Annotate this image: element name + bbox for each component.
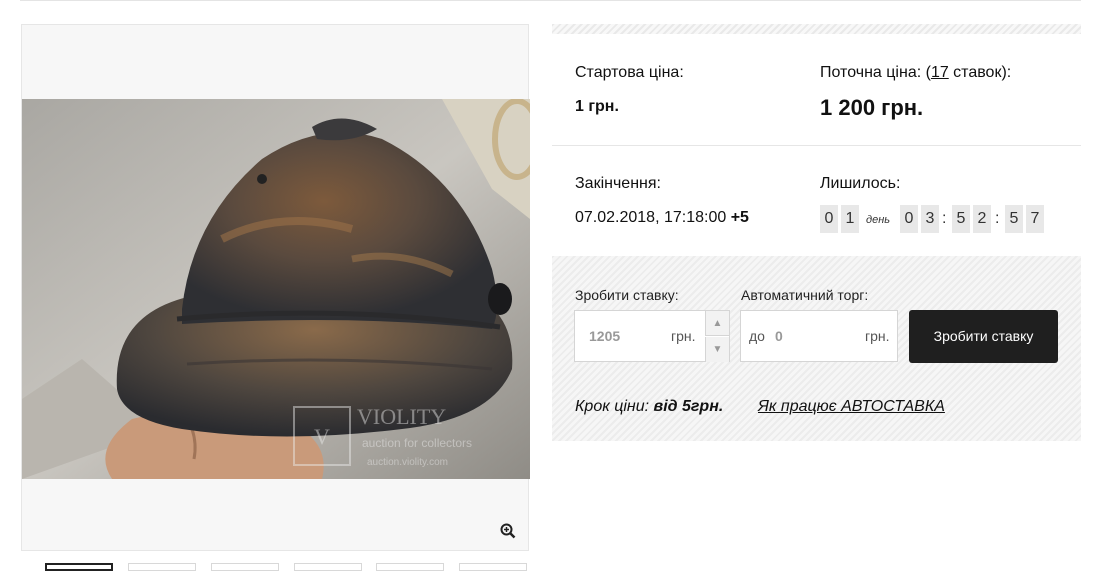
ending-datetime: 07.02.2018, 17:18:00 bbox=[575, 209, 727, 226]
ending-timezone: +5 bbox=[730, 209, 749, 226]
watermark-subtitle: auction for collectors bbox=[362, 436, 472, 450]
price-step-value: від 5грн. bbox=[653, 398, 724, 415]
countdown-hour-digit: 0 bbox=[900, 205, 918, 233]
lot-photo[interactable]: V VIOLITY auction for collectors auction… bbox=[22, 99, 530, 479]
countdown-hour-digit: 3 bbox=[921, 205, 939, 233]
countdown-second-digit: 7 bbox=[1026, 205, 1044, 233]
thumbnail-4[interactable] bbox=[294, 563, 362, 571]
autobid-help-link[interactable]: Як працює АВТОСТАВКА bbox=[758, 398, 945, 416]
auto-bid-prefix: до bbox=[749, 328, 765, 344]
remaining-label: Лишилось: bbox=[820, 175, 901, 192]
countdown-separator: : bbox=[942, 210, 947, 227]
section-divider bbox=[552, 145, 1081, 146]
start-price-label: Стартова ціна: bbox=[575, 64, 684, 81]
bid-amount-input[interactable]: 1205 грн. ▲ ▼ bbox=[574, 310, 730, 362]
thumbnail-1[interactable] bbox=[45, 563, 113, 571]
start-price-value: 1 грн. bbox=[575, 98, 619, 115]
current-price-prefix: Поточна ціна: ( bbox=[820, 64, 931, 81]
countdown-minute-digit: 5 bbox=[952, 205, 970, 233]
top-divider bbox=[20, 0, 1081, 1]
thumbnail-5[interactable] bbox=[376, 563, 444, 571]
watermark-url: auction.violity.com bbox=[367, 457, 448, 468]
auto-bid-input[interactable]: до 0 грн. bbox=[740, 310, 898, 362]
bids-suffix: ставок): bbox=[948, 64, 1012, 81]
thumbnail-3[interactable] bbox=[211, 563, 279, 571]
decorative-stripe bbox=[552, 24, 1081, 34]
increment-arrow-icon[interactable]: ▲ bbox=[705, 311, 729, 336]
countdown-day-digit: 0 bbox=[820, 205, 838, 233]
current-price-value: 1 200 грн. bbox=[820, 95, 924, 120]
watermark-brand: VIOLITY bbox=[357, 404, 446, 429]
bids-count-link[interactable]: 17 bbox=[931, 64, 949, 81]
thumbnail-2[interactable] bbox=[128, 563, 196, 571]
helmet-photo-image: V VIOLITY auction for collectors auction… bbox=[22, 99, 530, 479]
auto-bid-unit: грн. bbox=[865, 328, 890, 344]
countdown-day-digit: 1 bbox=[841, 205, 859, 233]
auto-bid-label: Автоматичний торг: bbox=[741, 287, 869, 303]
decrement-arrow-icon[interactable]: ▼ bbox=[705, 337, 729, 362]
lot-gallery: V VIOLITY auction for collectors auction… bbox=[21, 24, 530, 551]
countdown-day-word: день bbox=[866, 214, 891, 226]
countdown-minute-digit: 2 bbox=[973, 205, 991, 233]
bid-label: Зробити ставку: bbox=[575, 287, 679, 303]
countdown-second-digit: 5 bbox=[1005, 205, 1023, 233]
thumbnail-strip bbox=[45, 563, 527, 571]
bid-amount-value: 1205 bbox=[589, 328, 621, 344]
ending-value: 07.02.2018, 17:18:00 +5 bbox=[575, 209, 749, 227]
thumbnail-6[interactable] bbox=[459, 563, 527, 571]
place-bid-button[interactable]: Зробити ставку bbox=[909, 310, 1058, 363]
svg-text:V: V bbox=[314, 424, 330, 449]
countdown-separator: : bbox=[995, 210, 1000, 227]
zoom-in-icon[interactable] bbox=[500, 523, 516, 539]
price-step-label: Крок ціни: bbox=[575, 398, 650, 415]
auto-bid-value: 0 bbox=[775, 328, 783, 344]
price-step: Крок ціни: від 5грн. bbox=[575, 398, 723, 416]
ending-label: Закінчення: bbox=[575, 175, 661, 192]
current-price-label: Поточна ціна: (17 ставок): bbox=[820, 64, 1011, 82]
bid-amount-unit: грн. bbox=[671, 328, 696, 344]
